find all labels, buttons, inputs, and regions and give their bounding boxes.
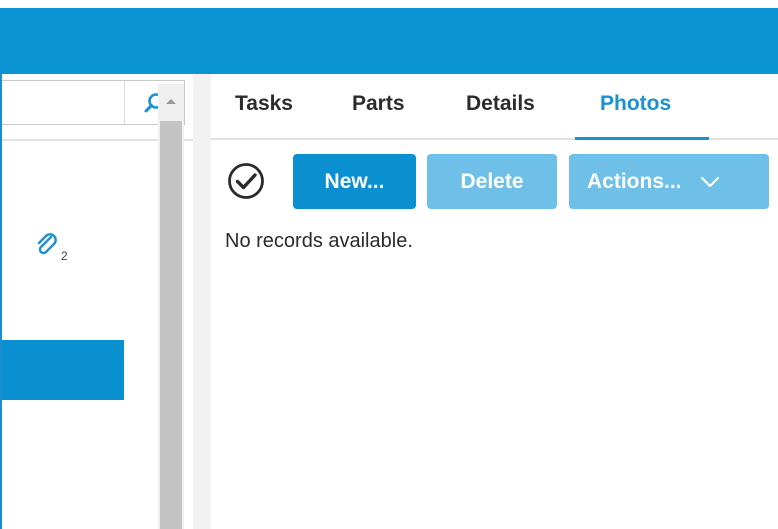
tab-details[interactable]: Details: [466, 92, 535, 116]
top-header-bar: [0, 8, 778, 74]
delete-button[interactable]: Delete: [427, 154, 557, 209]
new-button[interactable]: New...: [293, 154, 416, 209]
scroll-thumb[interactable]: [160, 121, 182, 529]
selected-list-item[interactable]: [2, 340, 124, 400]
tab-bar: Tasks Parts Details Photos: [211, 74, 778, 140]
check-circle-icon[interactable]: [227, 162, 265, 200]
actions-button[interactable]: Actions...: [569, 154, 769, 209]
attachment-count: 2: [61, 249, 68, 263]
tab-tasks[interactable]: Tasks: [235, 92, 293, 116]
caret-up-icon: [166, 99, 176, 104]
paperclip-icon: [37, 233, 57, 255]
active-tab-indicator: [575, 137, 709, 140]
detail-pane: Tasks Parts Details Photos New... Delete…: [211, 74, 778, 529]
scroll-up-button[interactable]: [158, 84, 184, 118]
tab-parts[interactable]: Parts: [352, 92, 405, 116]
chevron-down-icon: [700, 176, 720, 188]
attachment-indicator: 2: [34, 232, 74, 264]
pane-separator: [193, 74, 211, 529]
empty-state-message: No records available.: [225, 230, 413, 252]
scrollbar[interactable]: [158, 84, 184, 529]
actions-label: Actions...: [587, 169, 682, 193]
tab-photos[interactable]: Photos: [600, 92, 671, 116]
